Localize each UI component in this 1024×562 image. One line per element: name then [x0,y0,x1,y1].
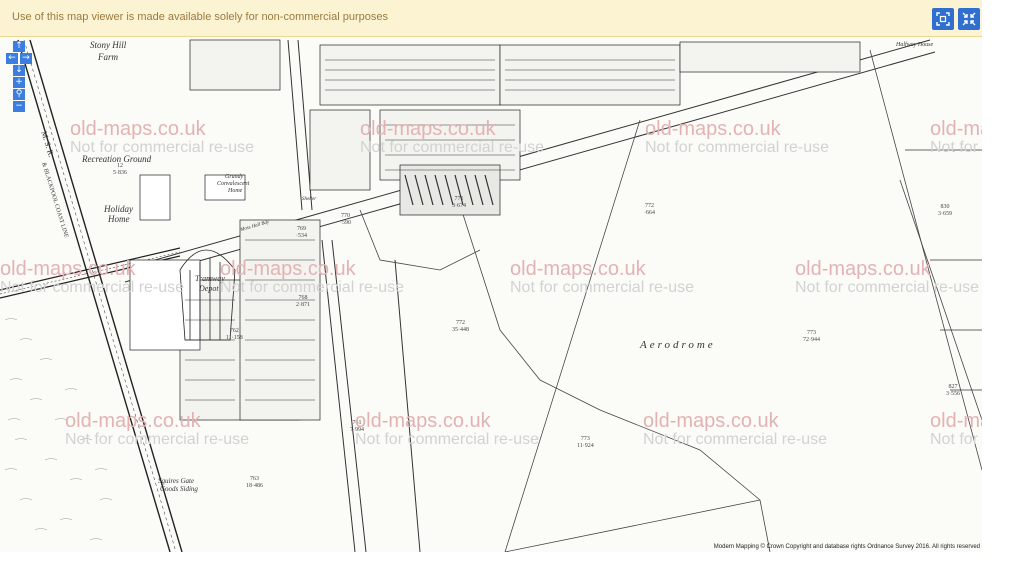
map-canvas[interactable] [0,0,982,552]
parcel-number: 769·534 [296,226,307,239]
parcel-number: 768 2·871 [296,295,310,308]
pan-right-button[interactable]: → [20,53,32,64]
parcel-number: 12 5·836 [113,163,127,176]
notice-bar: Use of this map viewer is made available… [0,0,982,37]
parcel-number: 772·664 [644,203,655,216]
label-stony-hill: Stony Hill [90,40,127,50]
parcel-number: 771 3·674 [452,196,466,209]
parcel-number: 830 3·659 [938,204,952,217]
map-viewer[interactable]: Stony Hill Farm Recreation Ground Holida… [0,0,982,552]
label-home: Home [228,188,243,194]
label-holiday-home: Home [108,214,130,224]
label-aerodrome: Aerodrome [640,339,716,351]
copyright-notice: Modern Mapping © Crown Copyright and dat… [713,544,980,550]
label-halfway-house: Halfway House [896,42,934,48]
parcel-number: 762 11·158 [226,328,243,341]
parcel-number: 763 18·486 [246,476,263,489]
label-shelter: Shelter [302,197,317,202]
frame-icon [936,12,950,26]
pan-up-button[interactable]: ↑ [13,41,25,52]
fit-to-frame-button[interactable] [932,8,954,30]
zoom-in-button[interactable]: + [13,77,25,88]
label-squires-gate: Squires Gate [158,477,195,485]
label-convalescent: Convalescent [217,181,250,187]
parcel-number: 773 11·924 [577,436,594,449]
label-tramway: Tramway [195,274,225,283]
label-holiday: Holiday [104,204,133,214]
parcel-number: 773 72·944 [803,330,820,343]
parcel-number: 772 35·448 [452,320,469,333]
parcel-number: 770·590 [340,213,351,226]
notice-text: Use of this map viewer is made available… [12,11,388,23]
parcel-number: 827 3·556 [946,384,960,397]
label-grundy: Grundy [225,174,244,180]
collapse-view-button[interactable] [958,8,980,30]
zoom-out-button[interactable]: − [13,101,25,112]
label-farm: Farm [98,52,118,62]
pan-down-button[interactable]: ↓ [13,65,25,76]
label-goods-siding: Goods Siding [160,485,198,493]
map-nav-controls: ↑ ← → ↓ + ⚲ − [6,40,32,113]
label-depot: Depot [199,284,219,293]
collapse-icon [962,12,976,26]
pan-left-button[interactable]: ← [6,53,18,64]
parcel-number: 761 7·994 [350,420,364,433]
zoom-reset-button[interactable]: ⚲ [13,89,25,100]
